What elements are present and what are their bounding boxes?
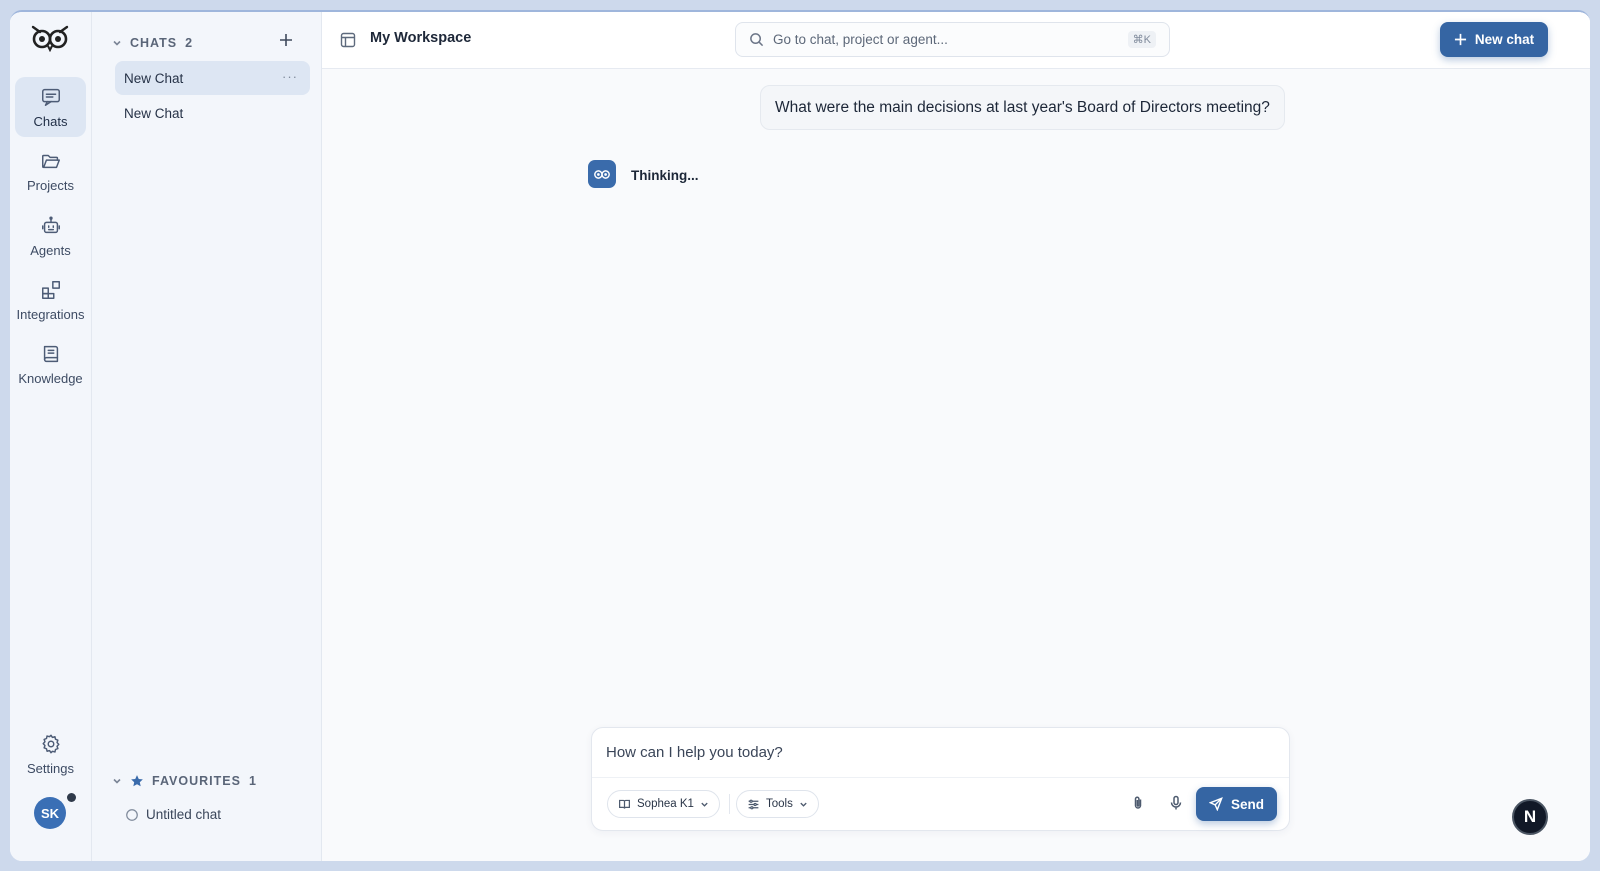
favourites-header-label: FAVOURITES: [152, 774, 241, 788]
chats-count: 2: [185, 36, 194, 50]
chat-icon: [41, 88, 60, 106]
send-icon: [1208, 797, 1223, 811]
chat-list-item[interactable]: New Chat: [115, 96, 310, 130]
chevron-down-icon: [113, 778, 121, 784]
favourites-count: 1: [248, 774, 257, 788]
chevron-down-icon: [800, 802, 807, 807]
rail-item-projects[interactable]: Projects: [15, 141, 86, 201]
folder-icon: [41, 154, 60, 168]
new-chat-button[interactable]: New chat: [1440, 22, 1548, 57]
rail-item-label: Knowledge: [18, 370, 83, 386]
blocks-icon: [41, 280, 60, 299]
rail-item-label: Settings: [27, 760, 74, 776]
favourites-section-header[interactable]: FAVOURITES 1: [112, 774, 257, 788]
chevron-down-icon: [113, 40, 121, 46]
chat-bubble-icon: [126, 808, 138, 821]
user-message: What were the main decisions at last yea…: [760, 85, 1285, 130]
chat-title: New Chat: [124, 105, 184, 121]
tools-select[interactable]: Tools: [736, 790, 819, 818]
app-window: Chats Projects Agents Integrations Knowl…: [10, 10, 1590, 861]
rail-item-label: Agents: [30, 242, 71, 258]
paperclip-icon: [1134, 796, 1142, 809]
attach-button[interactable]: [1130, 795, 1148, 813]
model-label: Sophea K1: [637, 798, 694, 810]
favourite-item[interactable]: Untitled chat: [125, 807, 221, 822]
send-label: Send: [1230, 796, 1264, 812]
assistant-status: Thinking...: [631, 168, 699, 183]
new-chat-label: New chat: [1474, 32, 1535, 47]
sliders-icon: [748, 799, 759, 809]
avatar[interactable]: SK: [34, 797, 66, 829]
star-icon: [131, 775, 143, 787]
chat-list-panel: CHATS 2 New Chat ··· New Chat FAVOURITES…: [92, 12, 322, 861]
chats-section-header[interactable]: CHATS 2: [112, 36, 193, 50]
search-icon: [750, 33, 764, 47]
chat-list-item[interactable]: New Chat ···: [115, 61, 310, 95]
sidebar-toggle-icon[interactable]: [340, 32, 356, 48]
main-area: My Workspace Go to chat, project or agen…: [322, 12, 1590, 861]
model-select[interactable]: Sophea K1: [607, 790, 720, 818]
book-open-icon: [619, 799, 630, 809]
chat-title: New Chat: [124, 70, 184, 86]
shortcut-hint: ⌘K: [1127, 31, 1156, 48]
rail-item-agents[interactable]: Agents: [15, 206, 86, 266]
nav-rail: Chats Projects Agents Integrations Knowl…: [10, 12, 92, 861]
book-icon: [43, 345, 58, 362]
page-title: My Workspace: [370, 30, 472, 46]
rail-item-label: Projects: [27, 177, 74, 193]
rail-item-label: Chats: [33, 113, 68, 129]
add-chat-button[interactable]: [278, 32, 298, 52]
rail-item-integrations[interactable]: Integrations: [15, 270, 86, 330]
status-dot: [67, 793, 76, 802]
rail-item-chats[interactable]: Chats: [15, 77, 86, 137]
search-placeholder: Go to chat, project or agent...: [773, 32, 948, 47]
favourite-title: Untitled chat: [146, 807, 222, 822]
plus-icon: [280, 34, 292, 46]
microphone-icon: [1170, 795, 1182, 810]
owl-logo-icon[interactable]: [30, 24, 70, 53]
message-composer: Sophea K1 Tools Send: [591, 727, 1290, 831]
message-input[interactable]: [592, 728, 1289, 778]
assistant-avatar-icon: [588, 160, 616, 188]
n-badge-icon[interactable]: N: [1512, 799, 1548, 835]
rail-item-knowledge[interactable]: Knowledge: [15, 334, 86, 394]
robot-icon: [41, 216, 60, 233]
plus-icon: [1454, 33, 1466, 46]
top-bar: My Workspace Go to chat, project or agen…: [322, 12, 1590, 69]
rail-item-settings[interactable]: Settings: [15, 724, 86, 784]
more-options-icon[interactable]: ···: [282, 69, 298, 84]
rail-item-label: Integrations: [16, 306, 85, 322]
send-button[interactable]: Send: [1196, 787, 1277, 821]
divider: [729, 794, 730, 814]
tools-label: Tools: [766, 798, 793, 810]
chevron-down-icon: [701, 802, 708, 807]
gear-icon: [41, 734, 60, 753]
search-input[interactable]: Go to chat, project or agent... ⌘K: [735, 22, 1170, 57]
voice-input-button[interactable]: [1168, 795, 1186, 813]
chats-header-label: CHATS: [130, 36, 178, 50]
